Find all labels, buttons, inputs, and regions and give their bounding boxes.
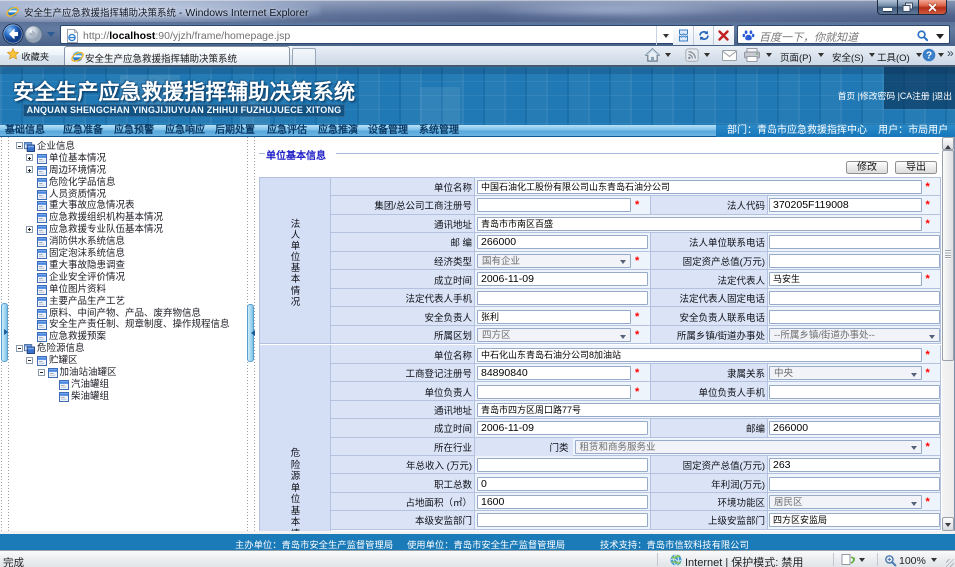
svg-text:?: ? [926,50,932,61]
